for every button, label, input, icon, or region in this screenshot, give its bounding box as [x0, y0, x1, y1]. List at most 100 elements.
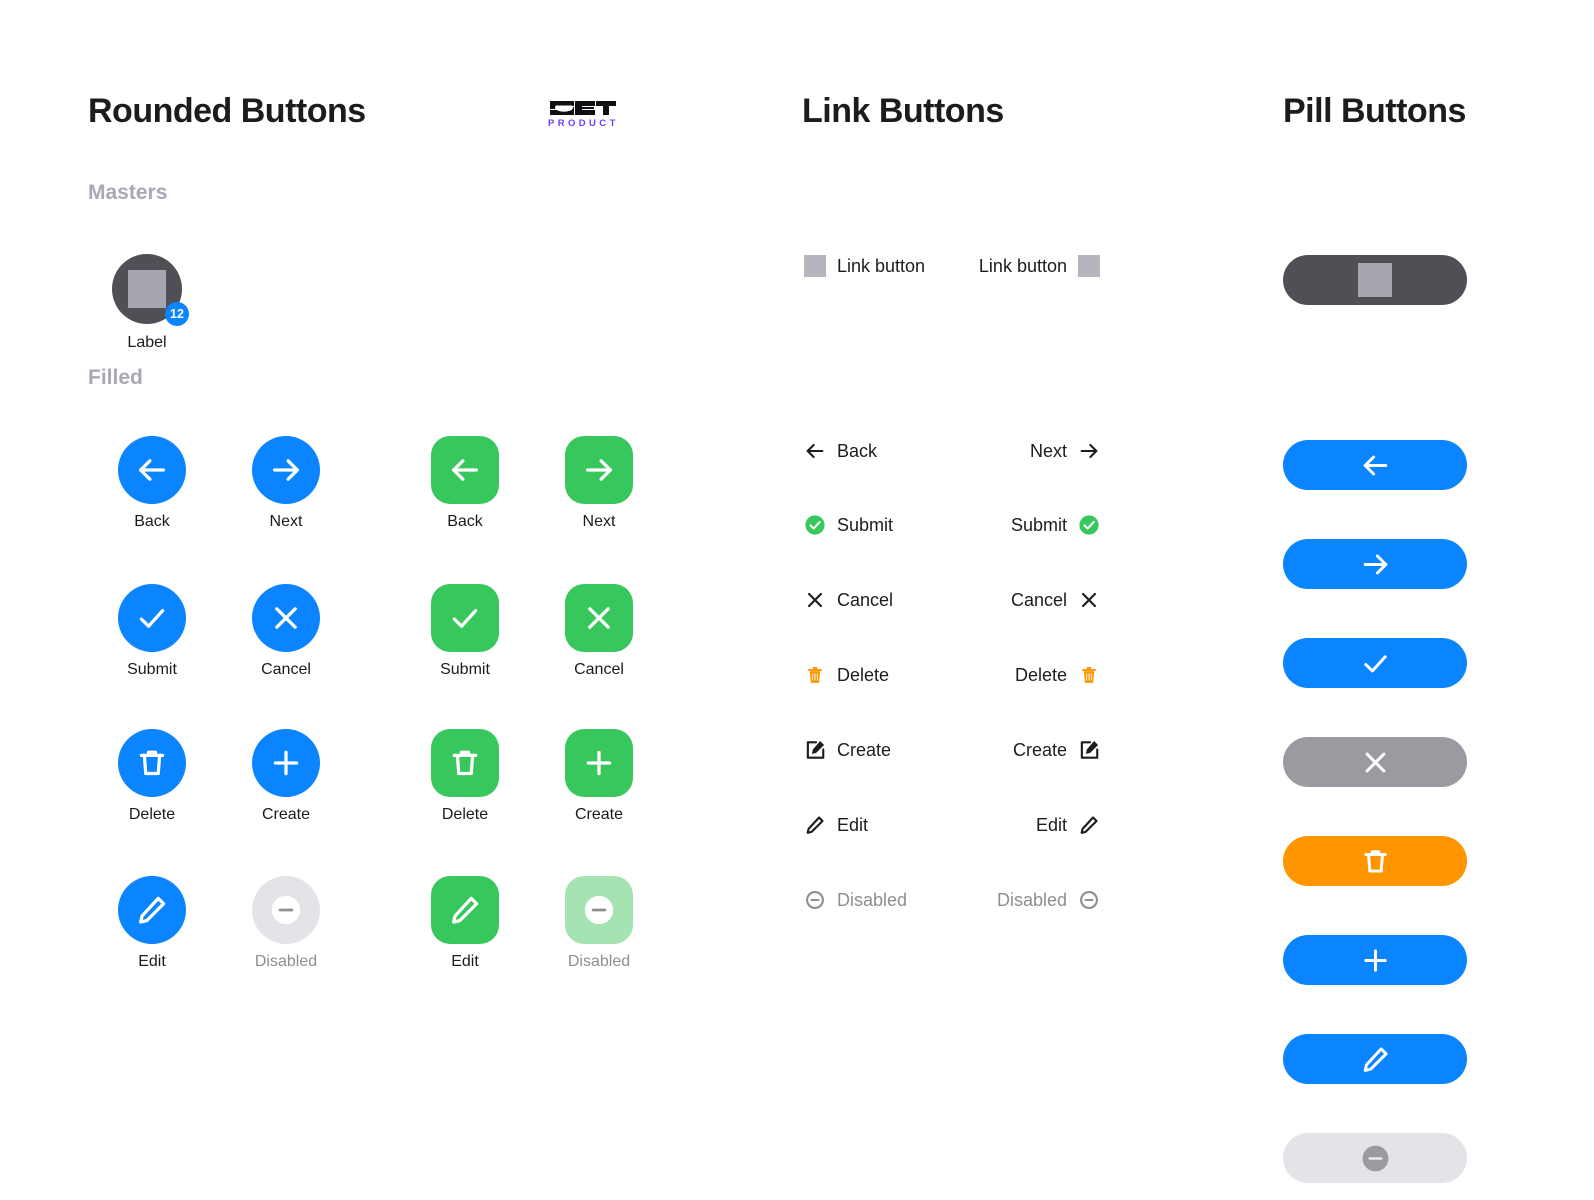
filled-button-next-green[interactable]: Next: [544, 436, 654, 531]
master-button-shape[interactable]: 12: [112, 254, 189, 326]
buttons-style-guide: Rounded Buttons Link Buttons Pill Button…: [0, 0, 1594, 1200]
pill-button-submit[interactable]: [1283, 638, 1467, 688]
pill-button-create[interactable]: [1283, 935, 1467, 985]
arrow-right-icon: [1080, 443, 1098, 459]
filled-button-delete-green[interactable]: Delete: [410, 729, 520, 824]
placeholder-square-icon: [128, 270, 166, 308]
link-button-cancel-left[interactable]: Cancel: [804, 589, 893, 611]
filled-button-submit-green[interactable]: Submit: [410, 584, 520, 679]
link-button-edit-right[interactable]: Edit: [1036, 814, 1100, 836]
link-button-label: Create: [837, 739, 892, 760]
link-button-label: Back: [837, 440, 878, 461]
master-pill-button[interactable]: [1283, 255, 1467, 305]
button-shape[interactable]: [252, 436, 320, 504]
pill-button-back[interactable]: [1283, 440, 1467, 490]
link-button-label: Submit: [1010, 514, 1067, 535]
link-button-submit-left[interactable]: Submit: [804, 514, 893, 536]
link-button-cancel-right[interactable]: Cancel: [1011, 589, 1100, 611]
filled-button-edit-blue[interactable]: Edit: [97, 876, 207, 971]
link-button-delete-right[interactable]: Delete: [1015, 664, 1100, 686]
link-button-submit-right[interactable]: Submit: [1011, 514, 1100, 536]
filled-button-disabled-blue[interactable]: Disabled: [231, 876, 341, 971]
filled-button-back-green[interactable]: Back: [410, 436, 520, 531]
link-button-label: Edit: [1035, 814, 1067, 835]
check-icon: [1363, 654, 1387, 672]
minus-circle-icon: [271, 895, 301, 925]
button-shape[interactable]: [565, 729, 633, 797]
trash-icon: [452, 750, 478, 776]
page-title-rounded-buttons: Rounded Buttons: [88, 92, 366, 130]
page-title-link-buttons: Link Buttons: [802, 92, 1004, 130]
link-button-create-right[interactable]: Create: [1013, 739, 1100, 761]
button-shape[interactable]: [252, 729, 320, 797]
button-caption: Disabled: [254, 953, 318, 970]
filled-button-edit-green[interactable]: Edit: [410, 876, 520, 971]
button-caption: Submit: [127, 661, 177, 678]
placeholder-square-icon: [1358, 263, 1392, 297]
button-shape[interactable]: [431, 729, 499, 797]
arrow-left-icon: [1363, 455, 1387, 475]
button-caption: Next: [269, 513, 303, 530]
button-shape[interactable]: [565, 876, 633, 944]
link-button-edit-left[interactable]: Edit: [804, 814, 868, 836]
filled-button-delete-blue[interactable]: Delete: [97, 729, 207, 824]
pencil-icon: [452, 896, 479, 924]
link-button-label: Delete: [837, 664, 890, 685]
link-button-label: Submit: [837, 514, 894, 535]
button-caption: Create: [261, 806, 311, 823]
arrow-left-icon: [139, 459, 165, 481]
button-shape[interactable]: [118, 729, 186, 797]
trash-orange-icon: [1078, 664, 1100, 686]
arrow-right-icon: [586, 459, 612, 481]
button-shape[interactable]: [565, 436, 633, 504]
button-caption: Edit: [138, 953, 166, 970]
filled-button-create-blue[interactable]: Create: [231, 729, 341, 824]
link-button-back-left[interactable]: Back: [804, 440, 877, 462]
link-button-disabled-right: Disabled: [997, 889, 1100, 911]
button-shape[interactable]: [431, 436, 499, 504]
button-shape[interactable]: [431, 876, 499, 944]
pill-button-cancel[interactable]: [1283, 737, 1467, 787]
link-button-create-left[interactable]: Create: [804, 739, 891, 761]
trash-orange-icon: [1082, 667, 1096, 683]
filled-button-back-blue[interactable]: Back: [97, 436, 207, 531]
minus-circle-icon: [804, 889, 826, 911]
filled-button-create-green[interactable]: Create: [544, 729, 654, 824]
create-square-icon: [1080, 741, 1099, 759]
check-circle-green-icon: [1079, 515, 1099, 535]
page-title-pill-buttons: Pill Buttons: [1283, 92, 1466, 130]
link-button-master-left[interactable]: Link button: [804, 255, 925, 277]
link-button-delete-left[interactable]: Delete: [804, 664, 889, 686]
filled-button-next-blue[interactable]: Next: [231, 436, 341, 531]
trash-orange-icon: [804, 664, 826, 686]
arrow-right-icon: [273, 459, 299, 481]
button-shape[interactable]: [252, 584, 320, 652]
link-button-label: Cancel: [837, 589, 894, 610]
filled-button-cancel-green[interactable]: Cancel: [544, 584, 654, 679]
button-shape[interactable]: [252, 876, 320, 944]
button-caption: Next: [582, 513, 616, 530]
arrow-right-icon: [1078, 440, 1100, 462]
filled-button-cancel-blue[interactable]: Cancel: [231, 584, 341, 679]
button-shape[interactable]: [118, 584, 186, 652]
filled-button-disabled-green[interactable]: Disabled: [544, 876, 654, 971]
pill-button-delete[interactable]: [1283, 836, 1467, 886]
link-button-next-right[interactable]: Next: [1030, 440, 1100, 462]
link-button-label: Create: [1012, 739, 1067, 760]
master-rounded-button[interactable]: 12 Label: [97, 254, 197, 352]
minus-circle-icon: [1362, 1145, 1388, 1171]
close-icon: [588, 607, 610, 629]
button-shape[interactable]: [118, 436, 186, 504]
link-button-label: Edit: [837, 814, 869, 835]
close-icon: [1365, 752, 1385, 772]
link-button-master-right[interactable]: Link button: [979, 255, 1100, 277]
button-caption: Edit: [451, 953, 479, 970]
button-shape[interactable]: [118, 876, 186, 944]
filled-button-submit-blue[interactable]: Submit: [97, 584, 207, 679]
set-wordmark-icon: [550, 101, 616, 115]
button-shape[interactable]: [431, 584, 499, 652]
pill-button-next[interactable]: [1283, 539, 1467, 589]
status-badge: 12: [165, 302, 189, 326]
pill-button-edit[interactable]: [1283, 1034, 1467, 1084]
button-shape[interactable]: [565, 584, 633, 652]
